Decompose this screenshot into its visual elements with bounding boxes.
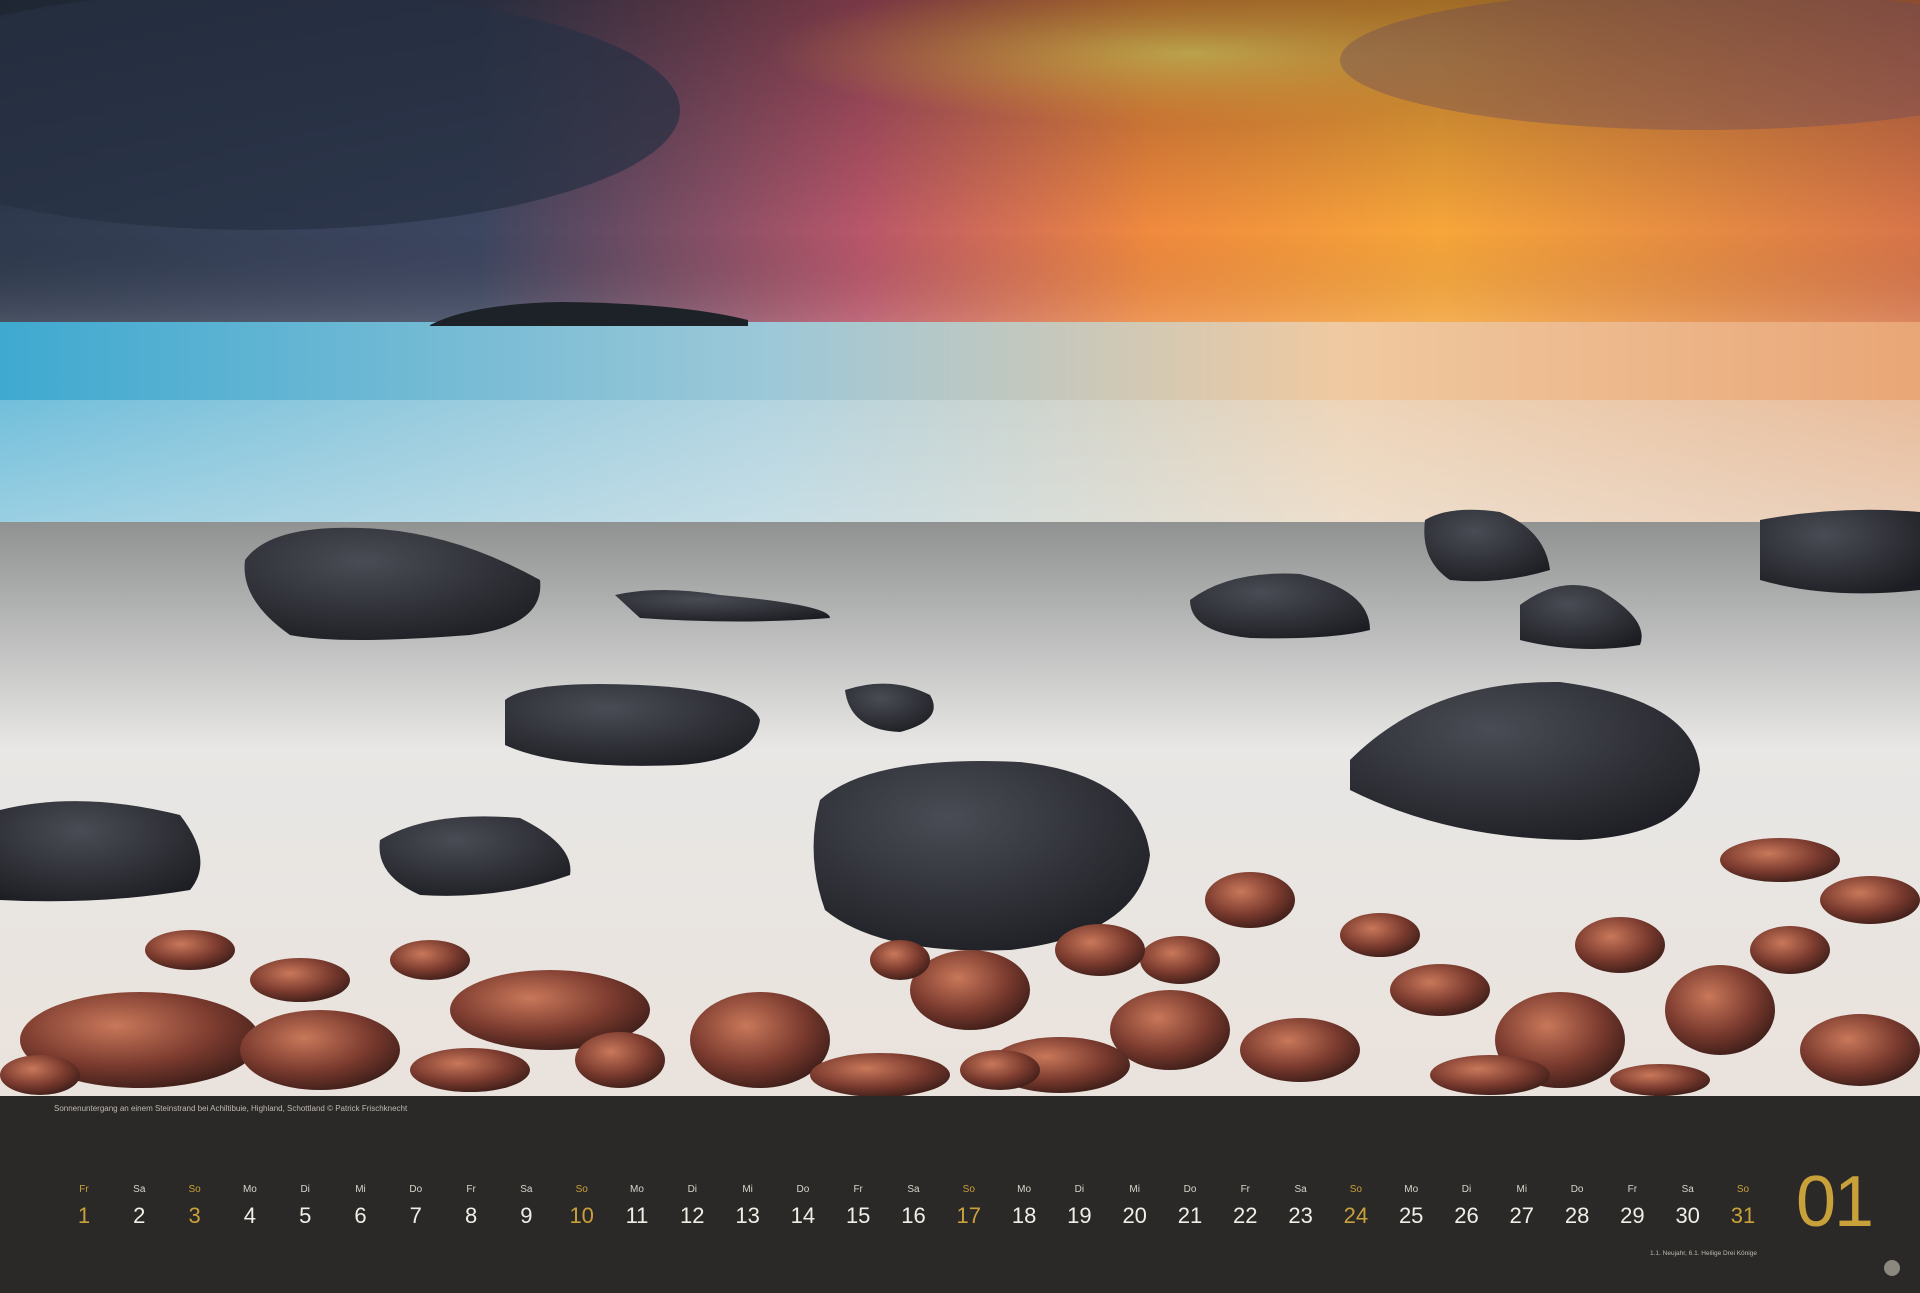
weekday-label: Do [409,1184,423,1195]
day-number: 20 [1122,1203,1147,1228]
day-number: 1 [77,1203,91,1228]
weekday-label: Di [1074,1184,1085,1195]
calendar-day: Fr 15 [836,1182,880,1230]
day-number: 12 [680,1203,705,1228]
weekday-label: So [1736,1184,1750,1195]
day-number: 10 [569,1203,594,1228]
day-number: 29 [1620,1203,1645,1228]
day-number: 28 [1564,1203,1590,1228]
weekday-label: Di [300,1184,310,1195]
day-number: 6 [354,1203,367,1228]
weekday-label: Do [796,1184,810,1195]
day-number: 21 [1177,1203,1203,1228]
calendar-day: Mi 27 [1500,1182,1544,1230]
day-number: 17 [956,1203,982,1228]
calendar-day: So 3 [173,1182,217,1230]
day-number: 7 [409,1203,422,1228]
calendar-day: Sa 2 [117,1182,161,1230]
calendar-day: Fr 1 [62,1182,106,1230]
weekday-label: Mo [1404,1184,1419,1195]
day-number: 22 [1233,1203,1258,1228]
month-number: 01 [1796,1162,1874,1242]
calendar-day: Mi 13 [726,1182,770,1230]
calendar-day: Fr 8 [449,1182,493,1230]
weekday-label: Sa [1681,1184,1694,1195]
day-number: 8 [464,1203,478,1228]
calendar-day: Di 5 [283,1182,327,1230]
weekday-label: Mi [1129,1184,1140,1195]
calendar-day: Do 7 [394,1182,438,1230]
calendar-day: Sa 30 [1666,1182,1710,1230]
weekday-label: Mo [242,1184,257,1195]
weekday-label: So [1349,1184,1362,1195]
calendar-day: Di 12 [670,1182,714,1230]
calendar-day: Mi 20 [1113,1182,1157,1230]
calendar-day: Mo 18 [1002,1182,1046,1230]
holidays-note: 1.1. Neujahr, 6.1. Heilige Drei Könige [1650,1250,1757,1257]
weekday-label: Mo [1017,1184,1032,1195]
weekday-label: So [575,1184,588,1195]
weekday-label: Mo [630,1184,644,1195]
day-number: 16 [901,1203,926,1228]
day-number: 2 [133,1203,146,1228]
calendar-day: So 10 [560,1182,604,1230]
calendar-day: So 31 [1721,1182,1765,1230]
day-number: 18 [1011,1203,1037,1228]
weekday-label: So [188,1184,201,1195]
day-number: 26 [1454,1203,1479,1228]
weekday-label: Sa [520,1184,533,1195]
day-number: 31 [1730,1203,1756,1228]
weekday-label: Fr [853,1184,863,1195]
day-number: 5 [299,1203,312,1228]
day-number: 30 [1675,1203,1700,1228]
day-number: 11 [625,1203,649,1228]
calendar-day: Fr 29 [1610,1182,1654,1230]
weekday-label: Mi [742,1184,753,1195]
day-number: 24 [1343,1203,1369,1228]
calendar-day: So 17 [947,1182,991,1230]
weekday-label: Sa [907,1184,920,1195]
calendar-day: So 24 [1334,1182,1378,1230]
calendar-day: Do 21 [1168,1182,1212,1230]
calendar-day: Mo 11 [615,1182,659,1230]
day-number: 14 [790,1203,816,1228]
weekday-label: Do [1570,1184,1584,1195]
day-number: 15 [845,1203,871,1228]
weekday-label: Mi [355,1184,366,1195]
calendar-day: Di 26 [1445,1182,1489,1230]
publisher-logo-icon [1884,1260,1900,1276]
calendar-day: Sa 16 [892,1182,936,1230]
day-number: 25 [1398,1203,1424,1228]
weekday-label: Fr [1240,1184,1251,1195]
weekday-label: Fr [466,1184,476,1195]
weekday-label: Di [687,1184,698,1195]
weekday-label: Sa [1294,1184,1307,1195]
landscape-photo [0,0,1920,1096]
weekday-label: Fr [1627,1184,1638,1195]
calendar-day: Do 28 [1555,1182,1599,1230]
weekday-label: Mi [1516,1184,1528,1195]
weekday-label: Sa [133,1184,146,1195]
weekday-label: Di [1461,1184,1472,1195]
calendar-day: Sa 23 [1279,1182,1323,1230]
day-number: 3 [188,1203,201,1228]
calendar-day: Mo 25 [1389,1182,1433,1230]
calendar-day: Di 19 [1057,1182,1101,1230]
day-number: 9 [520,1203,533,1228]
day-number: 23 [1288,1203,1313,1228]
weekday-label: Fr [79,1184,89,1195]
calendar-day: Mo 4 [228,1182,272,1230]
calendar-day: Fr 22 [1223,1182,1267,1230]
weekday-label: Do [1183,1184,1197,1195]
photo-caption: Sonnenuntergang an einem Steinstrand bei… [54,1104,408,1113]
calendar-day: Sa 9 [504,1182,548,1230]
day-number: 27 [1509,1203,1535,1228]
calendar-day: Do 14 [781,1182,825,1230]
day-number: 4 [243,1203,257,1228]
day-number: 19 [1067,1203,1092,1228]
calendar-days: Fr 1 Sa 2 So 3 Mo 4 Di 5 Mi 6 Do 7 Fr 8 Sa 9 So 10 Mo 11 Di 12 M… [62,1182,1772,1238]
weekday-label: So [962,1184,975,1195]
day-number: 13 [735,1203,760,1228]
calendar-day: Mi 6 [339,1182,383,1230]
